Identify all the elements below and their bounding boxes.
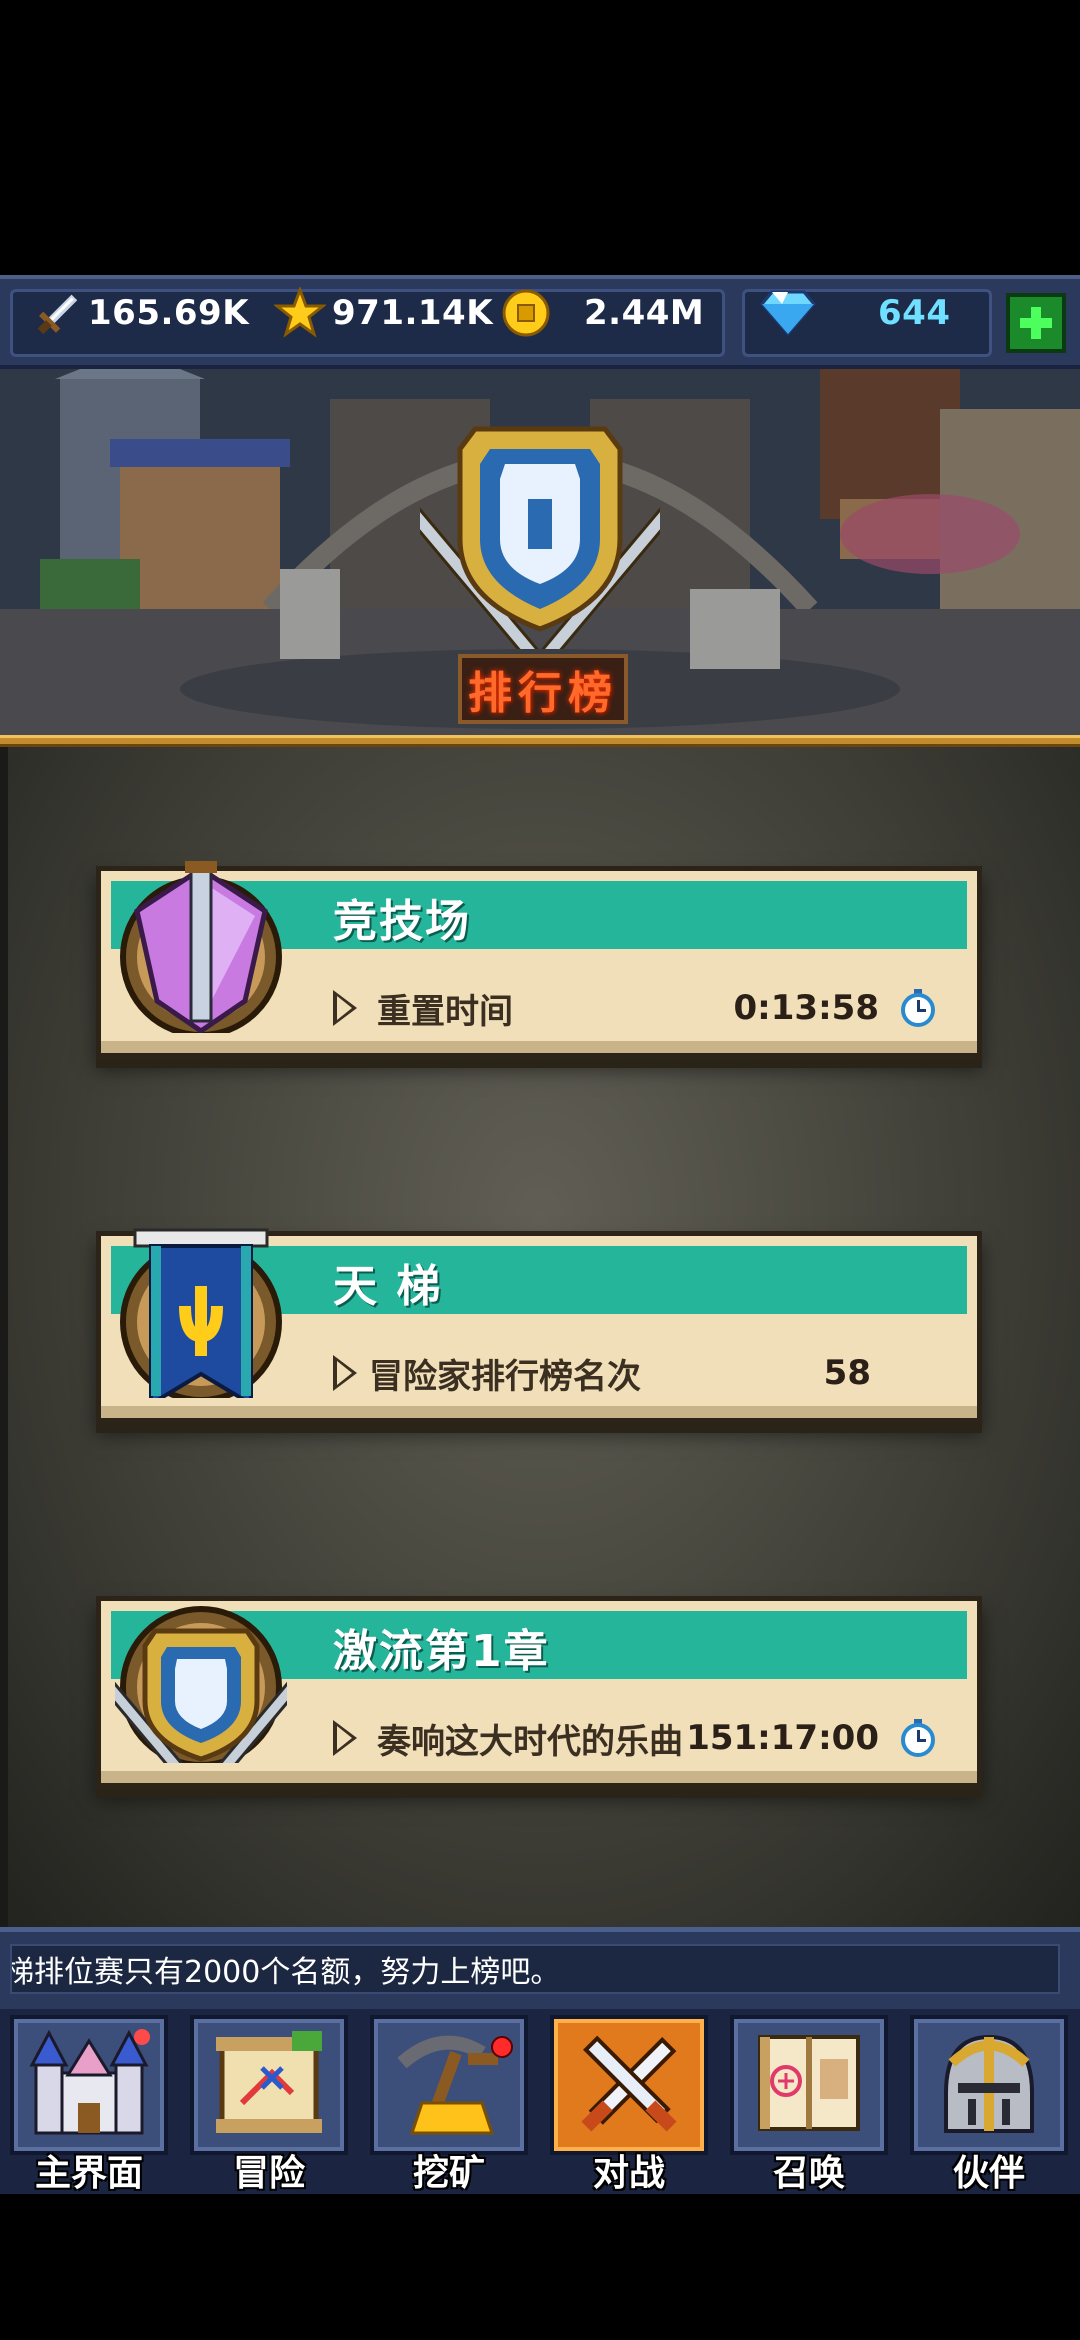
announcement-text: 梯排位赛只有2000个名额，努力上榜吧。	[10, 1955, 561, 1990]
crossed-swords-icon	[581, 2035, 677, 2132]
star-value: 971.14K	[332, 293, 494, 333]
nav-label: 挖矿	[412, 2153, 485, 2194]
chapter-card[interactable]: 激流第1章 奏响这大时代的乐曲 151:17:00	[96, 1596, 982, 1788]
plus-icon	[1020, 307, 1052, 339]
resource-bar: 165.69K 971.14K 2.44M 644	[0, 275, 1080, 369]
gold-value: 2.44M	[584, 293, 705, 333]
attack-power: 165.69K	[28, 293, 250, 335]
clock-icon	[901, 1719, 935, 1757]
chapter-subtitle: 奏响这大时代的乐曲	[377, 1721, 683, 1762]
nav-label: 主界面	[34, 2153, 143, 2194]
page-title: 排行榜	[468, 668, 618, 719]
nav-label: 冒险	[232, 2153, 305, 2194]
clock-icon	[901, 989, 935, 1027]
play-arrow-icon	[333, 1720, 357, 1756]
chapter-time-value: 151:17:00	[686, 1718, 879, 1758]
pickaxe-icon	[397, 2035, 513, 2135]
status-bar-area	[0, 0, 1080, 275]
card-title: 竞技场	[333, 896, 471, 947]
spellbook-icon	[758, 2035, 860, 2131]
nav-adventure[interactable]: 冒险	[184, 2009, 354, 2194]
nav-label: 召唤	[772, 2153, 845, 2194]
play-arrow-icon	[333, 990, 357, 1026]
map-icon	[216, 2031, 322, 2133]
leaderboard-banner: 排行榜	[0, 369, 1080, 739]
reset-time-label: 重置时间	[377, 991, 513, 1032]
card-info-row: 奏响这大时代的乐曲 151:17:00	[333, 1713, 937, 1763]
nav-label: 对战	[592, 2153, 665, 2194]
play-arrow-icon	[333, 1355, 357, 1391]
arena-card[interactable]: 竞技场 重置时间 0:13:58	[96, 861, 982, 1058]
gold-coin-icon	[498, 285, 554, 341]
shield-emblem-icon	[420, 426, 660, 649]
star-count: 971.14K	[272, 287, 494, 338]
announcement-box: 梯排位赛只有2000个名额，努力上榜吧。	[10, 1944, 1060, 1994]
nav-main[interactable]: 主界面	[4, 2009, 174, 2194]
announcement-bar: 梯排位赛只有2000个名额，努力上榜吧。	[0, 1927, 1080, 2009]
banner-frame	[0, 735, 1080, 747]
arena-crystal-icon	[120, 861, 282, 1033]
page-title-plate: 排行榜	[458, 654, 628, 724]
nav-label: 伙伴	[952, 2153, 1025, 2194]
card-title: 激流第1章	[333, 1626, 550, 1677]
nav-mining[interactable]: 挖矿	[364, 2009, 534, 2194]
helmet-icon	[944, 2034, 1034, 2133]
banner-flag-icon	[120, 1228, 282, 1398]
attack-value: 165.69K	[88, 293, 250, 333]
gold-count: 2.44M	[498, 289, 705, 337]
diamond-icon	[760, 285, 816, 341]
bottom-navigation: 主界面 冒险 挖矿 对战 召唤 伙伴	[0, 2009, 1080, 2194]
gesture-bar-area	[0, 2194, 1080, 2340]
gem-value: 644	[878, 293, 951, 333]
add-gems-button[interactable]	[1006, 293, 1066, 353]
castle-icon	[29, 2029, 150, 2135]
rank-label: 冒险家排行榜名次	[369, 1356, 641, 1397]
shield-swords-icon	[115, 1606, 287, 1763]
sword-icon	[28, 285, 84, 341]
card-info-row: 重置时间 0:13:58	[333, 983, 937, 1033]
card-title: 天 梯	[333, 1261, 443, 1312]
card-info-row: 冒险家排行榜名次 58	[333, 1348, 937, 1398]
reset-time-value: 0:13:58	[733, 988, 879, 1028]
nav-summon[interactable]: 召唤	[724, 2009, 894, 2194]
gem-count: 644	[760, 290, 951, 337]
nav-companions[interactable]: 伙伴	[904, 2009, 1074, 2194]
nav-battle[interactable]: 对战	[544, 2009, 714, 2194]
star-icon	[272, 285, 328, 341]
ladder-card[interactable]: 天 梯 冒险家排行榜名次 58	[96, 1228, 982, 1423]
rank-value: 58	[823, 1353, 871, 1393]
